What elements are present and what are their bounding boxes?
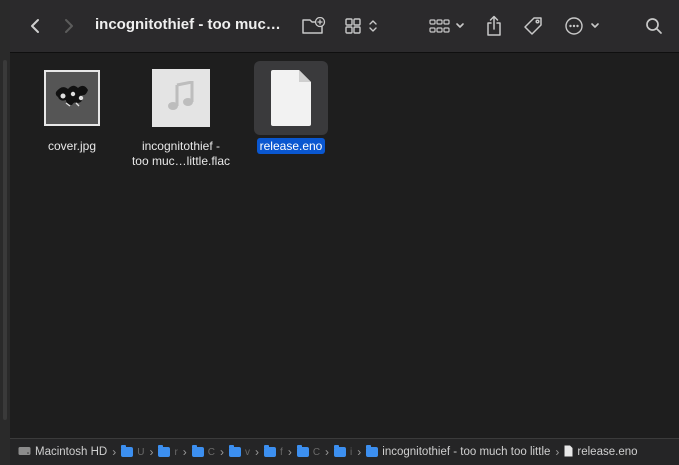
new-folder-button[interactable] — [300, 14, 328, 38]
window-title: incognitothief - too muc… — [95, 16, 281, 33]
folder-icon — [296, 445, 309, 457]
path-item-current[interactable]: release.eno — [564, 445, 638, 460]
path-item-collapsed[interactable]: C — [296, 445, 320, 458]
document-icon — [564, 445, 573, 460]
chevron-right-icon: › — [255, 445, 260, 459]
chevron-right-icon: › — [357, 445, 362, 459]
path-item-collapsed[interactable]: C — [191, 445, 215, 458]
search-icon — [645, 17, 663, 35]
finder-window: incognitothief - too muc… cover.jpg inco… — [0, 0, 679, 465]
path-bar: Macintosh HD › U › r › C › v › f › C › i… — [10, 438, 679, 465]
search-button[interactable] — [642, 14, 666, 38]
music-note-icon — [167, 79, 195, 116]
path-item-parent[interactable]: incognitothief - too much too little — [366, 445, 551, 458]
share-icon — [485, 15, 503, 37]
file-name-line1: release.eno — [256, 138, 326, 154]
chevron-right-icon: › — [220, 445, 225, 459]
tag-icon — [523, 16, 543, 36]
document-icon — [269, 69, 313, 127]
file-item-flac[interactable]: incognitothief - too muc…little.flac — [126, 61, 236, 169]
share-button[interactable] — [482, 14, 506, 38]
folder-icon — [191, 445, 204, 457]
file-item-cover[interactable]: cover.jpg — [17, 61, 127, 154]
path-label: release.eno — [577, 446, 638, 458]
tag-button[interactable] — [521, 14, 545, 38]
file-name-line1: incognitothief - — [141, 139, 221, 153]
cover-image-thumbnail — [44, 70, 100, 126]
more-ellipsis-icon — [564, 16, 602, 36]
audio-file-thumbnail — [152, 69, 210, 127]
forward-button[interactable] — [58, 14, 80, 38]
path-item-collapsed[interactable]: v — [229, 445, 250, 458]
more-actions-button[interactable] — [563, 14, 603, 38]
icon-grid-view-icon — [344, 17, 382, 35]
file-area[interactable]: cover.jpg incognitothief - too muc…littl… — [10, 53, 679, 439]
folder-icon — [264, 445, 277, 457]
chevron-right-icon — [64, 18, 74, 34]
back-button[interactable] — [24, 14, 46, 38]
path-item-root[interactable]: Macintosh HD — [18, 446, 107, 459]
file-thumbnail — [35, 61, 109, 135]
path-label: incognitothief - too much too little — [382, 446, 551, 458]
folder-icon — [366, 445, 379, 457]
file-label: cover.jpg — [17, 139, 127, 154]
chevron-right-icon: › — [182, 445, 187, 459]
path-label: Macintosh HD — [35, 446, 108, 458]
chevron-right-icon: › — [555, 445, 560, 459]
chevron-right-icon: › — [287, 445, 292, 459]
chevron-right-icon: › — [112, 445, 117, 459]
file-label: release.eno — [236, 138, 346, 154]
new-folder-icon — [302, 17, 326, 35]
file-thumbnail — [254, 61, 328, 135]
file-name-line1: cover.jpg — [47, 139, 97, 153]
group-by-button[interactable] — [428, 14, 468, 38]
chevron-left-icon — [30, 18, 40, 34]
toolbar: incognitothief - too muc… — [10, 0, 679, 53]
path-item-collapsed[interactable]: i — [334, 445, 352, 458]
file-item-release[interactable]: release.eno — [236, 61, 346, 154]
hard-drive-icon — [18, 446, 31, 459]
file-thumbnail — [144, 61, 218, 135]
path-item-collapsed[interactable]: r — [158, 445, 178, 458]
chevron-right-icon: › — [325, 445, 330, 459]
view-options-button[interactable] — [343, 14, 383, 38]
path-item-collapsed[interactable]: U — [121, 445, 144, 458]
sidebar-scrollbar[interactable] — [3, 60, 7, 420]
folder-icon — [334, 445, 347, 457]
group-by-icon — [428, 17, 468, 35]
folder-icon — [121, 445, 134, 457]
file-label: incognitothief - too muc…little.flac — [126, 139, 236, 169]
chevron-right-icon: › — [149, 445, 154, 459]
file-name-line2: too muc…little.flac — [131, 154, 231, 168]
folder-icon — [158, 445, 171, 457]
path-item-collapsed[interactable]: f — [264, 445, 283, 458]
folder-icon — [229, 445, 242, 457]
